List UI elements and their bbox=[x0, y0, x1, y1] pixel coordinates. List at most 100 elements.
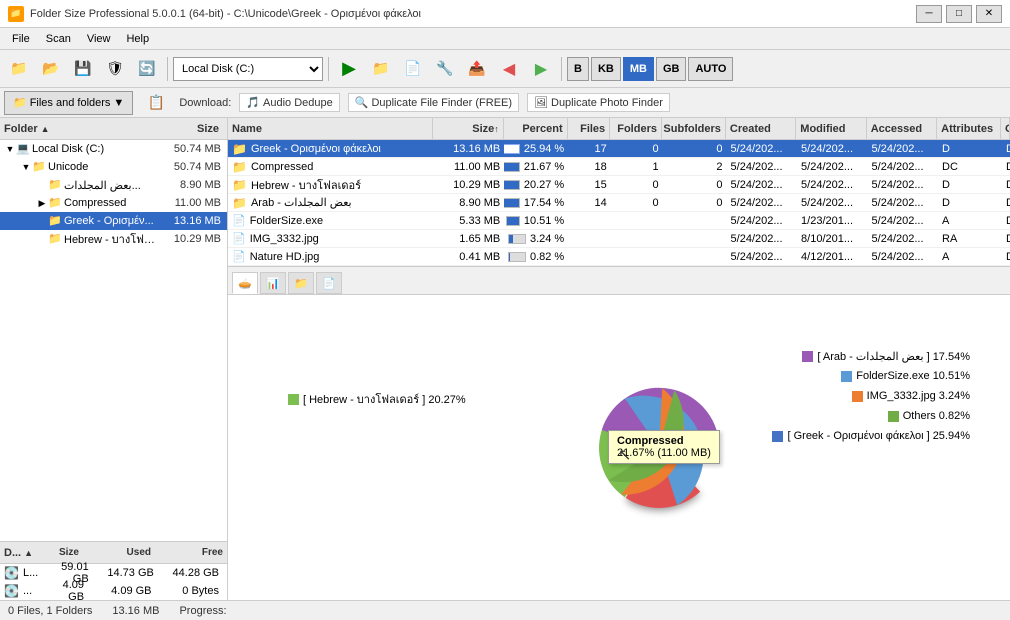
unit-kb-button[interactable]: KB bbox=[591, 57, 621, 81]
files-and-folders-button[interactable]: 📁 Files and folders ▼ bbox=[4, 91, 133, 115]
legend-foldersize-color bbox=[841, 371, 852, 382]
forward-button[interactable]: ▶ bbox=[526, 54, 556, 84]
tree-arrow[interactable]: ▼ bbox=[4, 143, 16, 155]
drive-row[interactable]: 💽 L... 59.01 GB 14.73 GB 44.28 GB bbox=[0, 564, 227, 582]
table-row[interactable]: 📁Hebrew - บางโฟลเดอร์ 10.29 MB 20.27 % 1… bbox=[228, 176, 1010, 194]
maximize-button[interactable]: □ bbox=[946, 5, 972, 23]
file-size: 10.29 MB bbox=[434, 179, 505, 191]
tree-arrow[interactable] bbox=[36, 215, 48, 227]
file-attributes: RA bbox=[938, 233, 1002, 245]
col-header-subfolders[interactable]: Subfolders bbox=[662, 118, 726, 139]
file-attributes: D bbox=[938, 179, 1002, 191]
menu-view[interactable]: View bbox=[79, 31, 119, 47]
file-accessed: 5/24/202... bbox=[868, 233, 939, 245]
col-header-created[interactable]: Created bbox=[726, 118, 796, 139]
legend-img: IMG_3332.jpg 3.24% bbox=[852, 390, 970, 402]
titlebar-title: Folder Size Professional 5.0.0.1 (64-bit… bbox=[30, 8, 421, 20]
chart-tab-file[interactable]: 📄 bbox=[316, 272, 342, 294]
refresh-button[interactable]: 🔄 bbox=[132, 54, 162, 84]
tree-size: 50.74 MB bbox=[157, 143, 225, 155]
drive-label: ... bbox=[23, 585, 63, 597]
scan-file-button[interactable]: 📄 bbox=[398, 54, 428, 84]
drive-used-header[interactable]: Used bbox=[83, 547, 151, 558]
new-scan-button[interactable]: 📁 bbox=[4, 54, 34, 84]
tree-arrow[interactable]: ▼ bbox=[20, 161, 32, 173]
tree-row[interactable]: ▼ 💻 Local Disk (C:) 50.74 MB bbox=[0, 140, 227, 158]
open-button[interactable]: 📂 bbox=[36, 54, 66, 84]
close-button[interactable]: ✕ bbox=[976, 5, 1002, 23]
menu-file[interactable]: File bbox=[4, 31, 38, 47]
duplicate-finder-link[interactable]: 🔍 Duplicate File Finder (FREE) bbox=[348, 93, 519, 112]
unit-mb-button[interactable]: MB bbox=[623, 57, 654, 81]
file-modified: 4/12/201... bbox=[797, 251, 868, 263]
file-folders: 1 bbox=[611, 161, 663, 173]
photo-finder-link[interactable]: 🖼 Duplicate Photo Finder bbox=[527, 93, 670, 112]
file-files: 18 bbox=[568, 161, 611, 173]
col-header-percent[interactable]: Percent bbox=[504, 118, 568, 139]
table-row[interactable]: 📄Nature HD.jpg 0.41 MB 0.82 % 5/24/202..… bbox=[228, 248, 1010, 266]
table-row[interactable]: 📁Compressed 11.00 MB 21.67 % 18 1 2 5/24… bbox=[228, 158, 1010, 176]
scan-folder-button[interactable]: 📁 bbox=[366, 54, 396, 84]
tree-row[interactable]: 📁 Hebrew - บางโฟล... 10.29 MB bbox=[0, 230, 227, 248]
table-row[interactable]: 📄IMG_3332.jpg 1.65 MB 3.24 % 5/24/202...… bbox=[228, 230, 1010, 248]
legend-hebrew: [ Hebrew - บางโฟลเดอร์ ] 20.27% bbox=[288, 390, 466, 408]
chart-tab-bar[interactable]: 📊 bbox=[260, 272, 286, 294]
back-button[interactable]: ◀ bbox=[494, 54, 524, 84]
tree-row[interactable]: ▶ 📁 Compressed 11.00 MB bbox=[0, 194, 227, 212]
unit-b-button[interactable]: B bbox=[567, 57, 589, 81]
menu-scan[interactable]: Scan bbox=[38, 31, 79, 47]
save-button[interactable]: 💾 bbox=[68, 54, 98, 84]
unit-gb-button[interactable]: GB bbox=[656, 57, 687, 81]
file-rows: 📁Greek - Ορισμένοι φάκελοι 13.16 MB 25.9… bbox=[228, 140, 1010, 266]
col-header-modified[interactable]: Modified bbox=[796, 118, 866, 139]
drive-free: 44.28 GB bbox=[158, 567, 223, 579]
file-folders: 0 bbox=[611, 143, 663, 155]
unit-auto-button[interactable]: AUTO bbox=[688, 57, 733, 81]
percent-bar-bg bbox=[504, 198, 520, 208]
col-header-owner[interactable]: Owner bbox=[1001, 118, 1010, 139]
col-header-folders[interactable]: Folders bbox=[610, 118, 662, 139]
toolbar-extra-btn[interactable]: 📋 bbox=[141, 88, 171, 118]
tree-size-header[interactable]: Size bbox=[153, 123, 223, 135]
file-name: 📁Compressed bbox=[228, 160, 434, 174]
chart-tab-pie[interactable]: 🥧 bbox=[232, 272, 258, 294]
col-header-attributes[interactable]: Attributes bbox=[937, 118, 1001, 139]
table-row[interactable]: 📄FolderSize.exe 5.33 MB 10.51 % 5/24/202… bbox=[228, 212, 1010, 230]
bottom-panel: 🥧 📊 📁 📄 bbox=[228, 267, 1010, 600]
legend-foldersize: FolderSize.exe 10.51% bbox=[841, 370, 970, 382]
tree-arrow[interactable] bbox=[36, 233, 48, 245]
percent-bar-fill bbox=[509, 253, 510, 261]
drive-size-header[interactable]: Size bbox=[37, 547, 79, 558]
col-header-name[interactable]: Name bbox=[228, 118, 433, 139]
menu-help[interactable]: Help bbox=[118, 31, 157, 47]
table-row[interactable]: 📁Greek - Ορισμένοι φάκελοι 13.16 MB 25.9… bbox=[228, 140, 1010, 158]
col-header-files[interactable]: Files bbox=[568, 118, 611, 139]
export-button[interactable]: 📤 bbox=[462, 54, 492, 84]
percent-bar-fill bbox=[507, 217, 519, 225]
drive-icon: 💽 bbox=[4, 584, 19, 598]
chart-tab-folder[interactable]: 📁 bbox=[288, 272, 314, 294]
drive-free-header[interactable]: Free bbox=[155, 547, 223, 558]
percent-bar-bg bbox=[508, 252, 526, 262]
status-size-value: 13.16 MB bbox=[112, 605, 159, 617]
minimize-button[interactable]: ─ bbox=[916, 5, 942, 23]
drive-selector[interactable]: Local Disk (C:) bbox=[173, 57, 323, 81]
drive-row[interactable]: 💽 ... 4.09 GB 4.09 GB 0 Bytes bbox=[0, 582, 227, 600]
tree-row[interactable]: ▼ 📁 Unicode 50.74 MB bbox=[0, 158, 227, 176]
foldersbar: 📁 Files and folders ▼ 📋 Download: 🎵 Audi… bbox=[0, 88, 1010, 118]
play-button[interactable]: ▶ bbox=[334, 54, 364, 84]
tree-folder-header[interactable]: Folder ▲ bbox=[4, 123, 153, 135]
col-header-accessed[interactable]: Accessed bbox=[867, 118, 937, 139]
tree-arrow[interactable]: ▶ bbox=[36, 197, 48, 209]
menubar: File Scan View Help bbox=[0, 28, 1010, 50]
shield-button[interactable]: 🛡 bbox=[100, 54, 130, 84]
audio-dedupe-link[interactable]: 🎵 Audio Dedupe bbox=[239, 93, 339, 112]
table-row[interactable]: 📁Arab - بعض المجلدات 8.90 MB 17.54 % 14 … bbox=[228, 194, 1010, 212]
col-header-size[interactable]: Size ↑ bbox=[433, 118, 503, 139]
drive-d-header[interactable]: D... ▲ bbox=[4, 547, 33, 559]
tree-arrow[interactable] bbox=[36, 179, 48, 191]
tree-row[interactable]: 📁 Greek - Ορισμέν... 13.16 MB bbox=[0, 212, 227, 230]
filter-button[interactable]: 🔧 bbox=[430, 54, 460, 84]
tree-row[interactable]: 📁 بعض المجلدات... 8.90 MB bbox=[0, 176, 227, 194]
chart-tabs: 🥧 📊 📁 📄 bbox=[228, 267, 1010, 295]
